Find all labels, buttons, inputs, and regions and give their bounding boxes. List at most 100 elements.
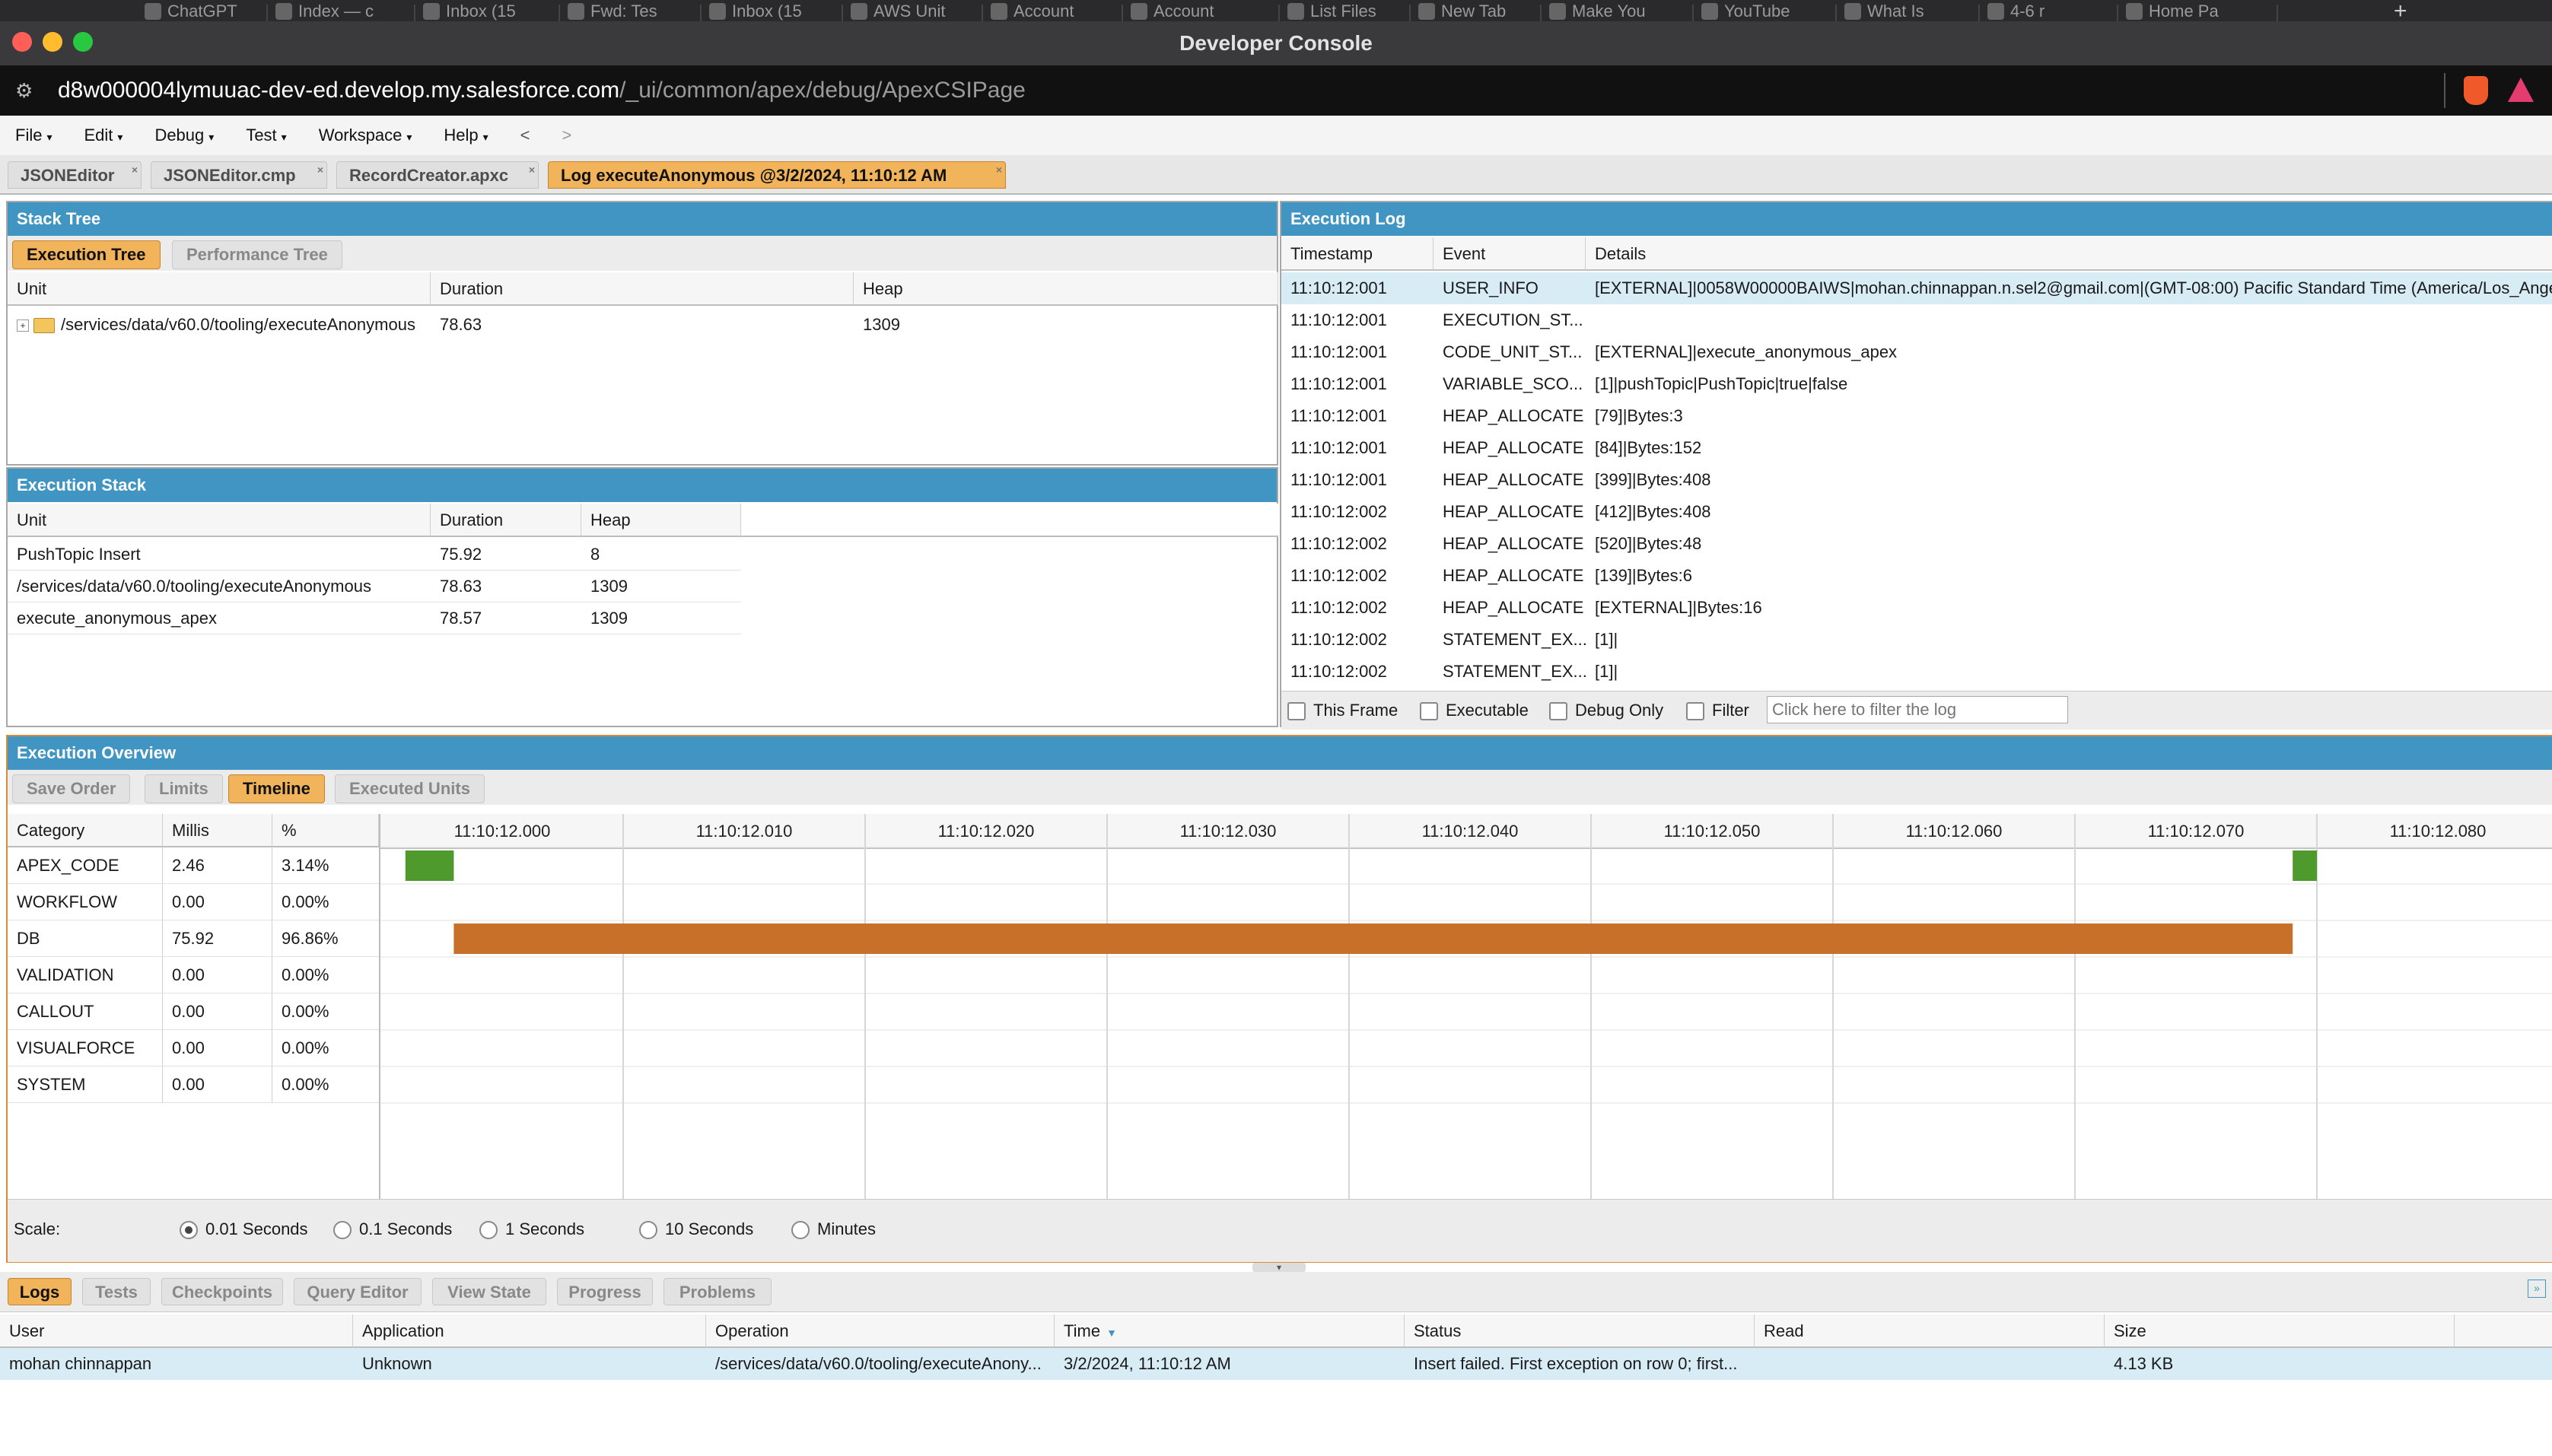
log-row[interactable]: 11:10:12:002 HEAP_ALLOCATE [139]|Bytes:6 <box>1281 560 2552 592</box>
browser-tab[interactable]: Home Pa <box>2126 0 2278 23</box>
radio-button[interactable] <box>180 1221 198 1240</box>
menu-edit[interactable]: Edit ▾ <box>84 126 123 145</box>
column-application[interactable]: Application <box>353 1315 706 1348</box>
column-details[interactable]: Details <box>1586 237 2552 271</box>
bottom-tab-query-editor[interactable]: Query Editor <box>294 1278 422 1305</box>
timeline-bar-apex-code[interactable] <box>2293 850 2317 881</box>
close-icon[interactable]: × <box>317 156 323 183</box>
log-row[interactable]: 11:10:12:002 STATEMENT_EX... [1]| <box>1281 624 2552 656</box>
browser-tab[interactable]: ChatGPT <box>145 0 268 23</box>
log-row[interactable]: 11:10:12:002 STATEMENT_EX... [1]| <box>1281 656 2552 688</box>
timeline-bar-db[interactable] <box>453 924 2293 954</box>
url-text[interactable]: d8w000004lymuuac-dev-ed.develop.my.sales… <box>58 65 1026 116</box>
radio-button[interactable] <box>791 1221 810 1240</box>
doc-tab[interactable]: Log executeAnonymous @3/2/2024, 11:10:12… <box>548 161 1006 189</box>
doc-tab[interactable]: JSONEditor.cmp × <box>151 161 327 189</box>
column-size[interactable]: Size <box>2105 1315 2455 1348</box>
bottom-tab-checkpoints[interactable]: Checkpoints <box>161 1278 283 1305</box>
close-icon[interactable]: × <box>529 156 535 183</box>
column-duration[interactable]: Duration <box>431 504 581 537</box>
bottom-tab-progress[interactable]: Progress <box>557 1278 653 1305</box>
browser-tab[interactable]: 4-6 r <box>1987 0 2118 23</box>
column-unit[interactable]: Unit <box>8 504 431 537</box>
splitter-handle[interactable]: ▾ <box>1252 1263 1306 1272</box>
bottom-tab-view-state[interactable]: View State <box>432 1278 546 1305</box>
debug-only-checkbox[interactable]: Debug Only <box>1549 701 1663 721</box>
log-row[interactable]: 11:10:12:001 HEAP_ALLOCATE [84]|Bytes:152 <box>1281 432 2552 464</box>
log-row[interactable]: 11:10:12:002 HEAP_ALLOCATE [520]|Bytes:48 <box>1281 528 2552 560</box>
close-icon[interactable]: × <box>132 156 138 183</box>
browser-tab[interactable]: AWS Unit <box>851 0 983 23</box>
menu-test[interactable]: Test ▾ <box>246 126 286 145</box>
sort-desc-icon[interactable]: ▼ <box>1106 1327 1117 1339</box>
tab-performance-tree[interactable]: Performance Tree <box>172 240 342 269</box>
menu-help[interactable]: Help ▾ <box>444 126 488 145</box>
log-row[interactable]: 11:10:12:001 HEAP_ALLOCATE [79]|Bytes:3 <box>1281 400 2552 432</box>
filter-checkbox[interactable]: Filter <box>1686 701 1749 721</box>
expand-icon[interactable]: + <box>17 319 29 332</box>
column-time[interactable]: Time ▼ <box>1055 1315 1405 1348</box>
scale-option[interactable]: 0.1 Seconds <box>333 1219 452 1240</box>
timeline-bar-apex-code[interactable] <box>405 850 454 881</box>
collapse-panel-icon[interactable]: » <box>2528 1280 2546 1298</box>
tab-limits[interactable]: Limits <box>145 774 223 803</box>
browser-tab[interactable]: New Tab <box>1418 0 1542 23</box>
column-read[interactable]: Read <box>1755 1315 2105 1348</box>
bottom-tab-problems[interactable]: Problems <box>663 1278 772 1305</box>
log-row[interactable]: 11:10:12:001 EXECUTION_ST... <box>1281 304 2552 336</box>
site-settings-icon[interactable]: ⚙ <box>15 79 38 102</box>
tab-execution-tree[interactable]: Execution Tree <box>12 240 161 269</box>
bottom-tab-logs[interactable]: Logs <box>8 1278 72 1305</box>
browser-tab[interactable]: Inbox (15 <box>423 0 560 23</box>
menu-file[interactable]: File ▾ <box>15 126 52 145</box>
new-tab-icon[interactable]: + <box>2394 0 2417 23</box>
brave-rewards-icon[interactable] <box>2508 78 2534 102</box>
log-row[interactable]: 11:10:12:002 HEAP_ALLOCATE [412]|Bytes:408 <box>1281 496 2552 528</box>
radio-button[interactable] <box>639 1221 657 1240</box>
tab-timeline[interactable]: Timeline <box>228 774 325 803</box>
doc-tab[interactable]: JSONEditor × <box>8 161 142 189</box>
scale-option[interactable]: Minutes <box>791 1219 876 1240</box>
browser-tab[interactable]: Make You <box>1549 0 1694 23</box>
column-percent[interactable]: % <box>272 814 379 847</box>
column-heap[interactable]: Heap <box>581 504 741 537</box>
column-event[interactable]: Event <box>1434 237 1586 271</box>
column-status[interactable]: Status <box>1405 1315 1755 1348</box>
browser-tab[interactable]: Account <box>1131 0 1280 23</box>
browser-tab[interactable]: Index — c <box>275 0 415 23</box>
column-timestamp[interactable]: Timestamp <box>1281 237 1434 271</box>
brave-shield-icon[interactable] <box>2464 76 2488 105</box>
back-button[interactable]: < <box>520 126 530 145</box>
bottom-tab-tests[interactable]: Tests <box>82 1278 151 1305</box>
column-duration[interactable]: Duration <box>431 272 854 306</box>
log-filter-input[interactable] <box>1767 696 2068 723</box>
tab-executed-units[interactable]: Executed Units <box>335 774 485 803</box>
browser-tab[interactable]: Fwd: Tes <box>568 0 702 23</box>
scale-option[interactable]: 1 Seconds <box>479 1219 584 1240</box>
browser-tab[interactable]: List Files <box>1287 0 1411 23</box>
executable-checkbox[interactable]: Executable <box>1420 701 1529 721</box>
close-icon[interactable]: × <box>996 156 1002 183</box>
log-row[interactable]: 11:10:12:001 HEAP_ALLOCATE [399]|Bytes:408 <box>1281 464 2552 496</box>
log-row[interactable]: 11:10:12:002 HEAP_ALLOCATE [EXTERNAL]|Byte… <box>1281 592 2552 624</box>
browser-tab[interactable]: What Is <box>1844 0 1980 23</box>
column-user[interactable]: User <box>0 1315 353 1348</box>
column-unit[interactable]: Unit <box>8 272 431 306</box>
column-category[interactable]: Category <box>8 814 163 847</box>
browser-tab[interactable]: Inbox (15 <box>709 0 843 23</box>
menu-workspace[interactable]: Workspace ▾ <box>319 126 412 145</box>
menu-debug[interactable]: Debug ▾ <box>154 126 214 145</box>
forward-button[interactable]: > <box>562 126 572 145</box>
browser-tab[interactable]: YouTube <box>1701 0 1837 23</box>
scale-option[interactable]: 0.01 Seconds <box>180 1219 308 1240</box>
log-row[interactable]: 11:10:12:001 CODE_UNIT_ST... [EXTERNAL]|ex… <box>1281 336 2552 368</box>
radio-button[interactable] <box>479 1221 498 1240</box>
tree-row[interactable]: + /services/data/v60.0/tooling/executeAno… <box>8 309 431 341</box>
column-operation[interactable]: Operation <box>706 1315 1055 1348</box>
tab-save-order[interactable]: Save Order <box>12 774 131 803</box>
doc-tab[interactable]: RecordCreator.apxc × <box>336 161 539 189</box>
column-millis[interactable]: Millis <box>163 814 272 847</box>
scale-option[interactable]: 10 Seconds <box>639 1219 753 1240</box>
this-frame-checkbox[interactable]: This Frame <box>1287 701 1398 721</box>
browser-tab[interactable]: Account <box>991 0 1123 23</box>
